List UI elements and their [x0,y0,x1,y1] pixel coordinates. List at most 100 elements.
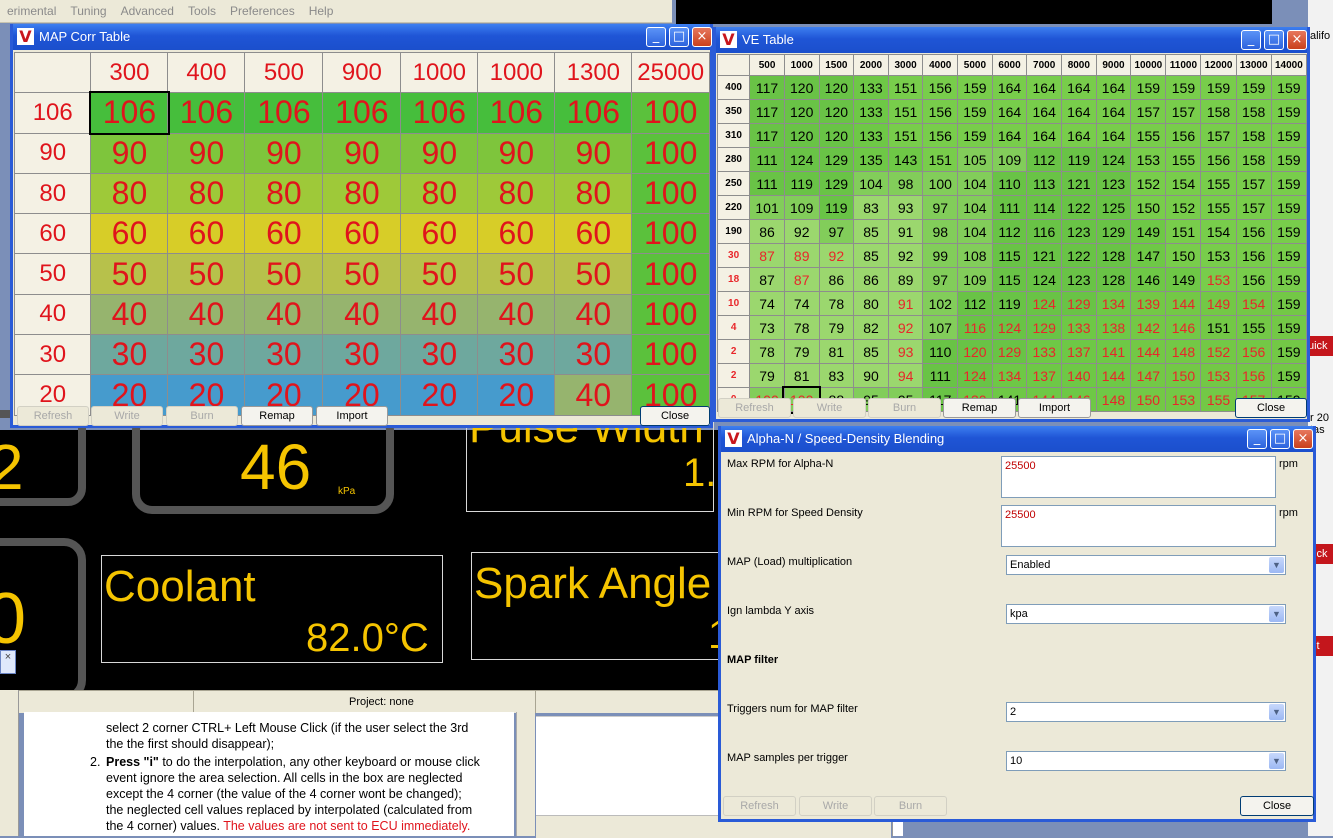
table-cell[interactable]: 79 [783,339,820,364]
table-cell[interactable]: 50 [167,253,246,295]
table-cell[interactable]: 154 [1200,219,1237,244]
table-cell[interactable]: 78 [783,315,820,340]
maximize-button[interactable]: □ [1264,30,1284,50]
table-cell[interactable]: 124 [1095,147,1132,172]
table-cell[interactable]: 133 [853,99,889,124]
maximize-button[interactable]: □ [669,27,689,47]
burn-button[interactable]: Burn [874,796,947,816]
table-cell[interactable]: 50 [400,253,479,295]
table-cell[interactable]: 121 [1061,171,1097,196]
table-cell[interactable]: 117 [749,123,785,148]
table-cell[interactable]: 30 [167,334,246,376]
close-button[interactable]: Close [1240,796,1314,816]
table-cell[interactable]: 90 [322,132,402,174]
table-cell[interactable]: 155 [1235,315,1272,340]
table-cell[interactable]: 60 [477,213,556,255]
menu-item-preferences[interactable]: Preferences [223,0,302,18]
table-cell[interactable]: 153 [1165,387,1202,412]
map-corr-titlebar[interactable]: V MAP Corr Table _ □ × [13,24,712,50]
close-window-button[interactable]: × [1287,30,1307,50]
table-cell[interactable]: 113 [1026,171,1062,196]
table-cell[interactable]: 112 [991,219,1028,244]
refresh-button[interactable]: Refresh [17,406,89,426]
table-cell[interactable]: 91 [887,291,924,316]
table-cell[interactable]: 164 [1095,99,1132,124]
table-cell[interactable]: 60 [400,213,479,255]
table-cell[interactable]: 90 [244,132,324,174]
minimize-button[interactable]: _ [646,27,666,47]
table-cell[interactable]: 121 [1026,243,1062,268]
ign-select[interactable]: kpa ▼ [1006,604,1286,624]
table-cell[interactable]: 159 [957,99,993,124]
table-cell[interactable]: 119 [1061,147,1097,172]
table-cell[interactable]: 129 [1026,315,1062,340]
table-cell[interactable]: 158 [1235,147,1272,172]
table-cell[interactable]: 60 [167,213,246,255]
table-cell[interactable]: 124 [957,363,993,388]
table-cell[interactable]: 144 [1130,339,1167,364]
table-cell[interactable]: 92 [887,243,924,268]
table-cell[interactable]: 123 [1061,219,1097,244]
table-cell[interactable]: 90 [853,363,889,388]
table-cell[interactable]: 50 [322,253,402,295]
table-cell[interactable]: 80 [400,172,479,215]
table-cell[interactable]: 90 [477,132,556,174]
table-cell[interactable]: 164 [1026,123,1062,148]
small-close-icon[interactable]: × [0,650,16,674]
table-cell[interactable]: 115 [991,243,1028,268]
table-cell[interactable]: 151 [887,75,924,100]
table-cell[interactable]: 154 [1235,291,1272,316]
table-cell[interactable]: 92 [783,219,820,244]
table-cell[interactable]: 74 [783,291,820,316]
table-cell[interactable]: 101 [749,195,785,220]
table-cell[interactable]: 159 [1200,75,1237,100]
table-cell[interactable]: 120 [783,75,820,100]
table-cell[interactable]: 155 [1165,147,1202,172]
table-cell[interactable]: 50 [244,253,324,295]
table-cell[interactable]: 142 [1130,315,1167,340]
table-cell[interactable]: 151 [887,123,924,148]
table-cell[interactable]: 82 [853,315,889,340]
menu-item-tuning[interactable]: Tuning [63,0,113,18]
table-cell[interactable]: 40 [90,293,169,336]
table-cell[interactable]: 129 [818,171,855,196]
table-cell[interactable]: 120 [783,99,820,124]
table-cell[interactable]: 81 [818,339,855,364]
table-cell[interactable]: 93 [887,339,924,364]
table-cell[interactable]: 129 [1061,291,1097,316]
burn-button[interactable]: Burn [868,398,941,418]
table-cell[interactable]: 146 [1130,267,1167,292]
table-cell[interactable]: 116 [957,315,993,340]
menu-item-advanced[interactable]: Advanced [114,0,181,18]
table-cell[interactable]: 107 [922,315,959,340]
samples-select[interactable]: 10 ▼ [1006,751,1286,771]
table-cell[interactable]: 134 [991,363,1028,388]
table-cell[interactable]: 137 [1026,363,1062,388]
write-button[interactable]: Write [793,398,866,418]
table-cell[interactable]: 114 [1026,195,1062,220]
menu-item-tools[interactable]: Tools [181,0,223,18]
table-cell[interactable]: 158 [1200,99,1237,124]
table-cell[interactable]: 91 [887,219,924,244]
table-cell[interactable]: 40 [554,374,633,416]
table-cell[interactable]: 120 [957,339,993,364]
table-cell[interactable]: 138 [1095,315,1132,340]
table-cell[interactable]: 156 [1200,147,1237,172]
table-cell[interactable]: 133 [853,75,889,100]
table-cell[interactable]: 40 [554,293,633,336]
table-cell[interactable]: 164 [1026,99,1062,124]
table-cell[interactable]: 164 [991,123,1028,148]
table-cell[interactable]: 156 [1235,219,1272,244]
table-cell[interactable]: 97 [922,267,959,292]
table-cell[interactable]: 98 [887,171,924,196]
table-cell[interactable]: 97 [922,195,959,220]
table-cell[interactable]: 164 [991,75,1028,100]
table-cell[interactable]: 112 [957,291,993,316]
table-cell[interactable]: 152 [1130,171,1167,196]
table-cell[interactable]: 20 [477,374,556,416]
triggers-select[interactable]: 2 ▼ [1006,702,1286,722]
table-cell[interactable]: 159 [1270,99,1308,124]
table-cell[interactable]: 158 [1235,123,1272,148]
table-cell[interactable]: 151 [1200,315,1237,340]
table-cell[interactable]: 147 [1130,363,1167,388]
